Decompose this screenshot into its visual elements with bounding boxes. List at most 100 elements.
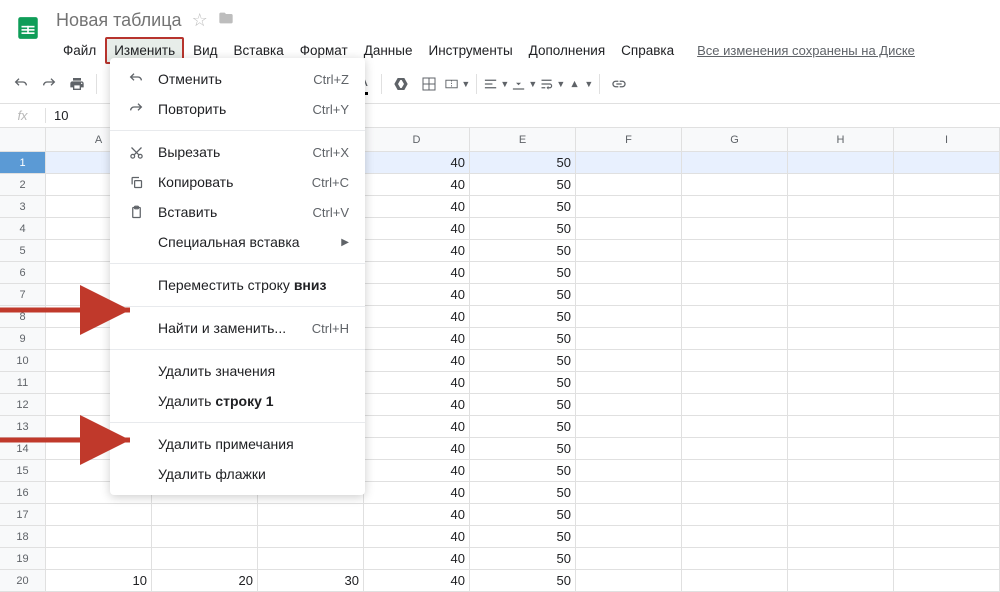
row-header[interactable]: 7 — [0, 284, 46, 306]
cell[interactable]: 50 — [470, 174, 576, 196]
cell[interactable] — [576, 240, 682, 262]
menu-help[interactable]: Справка — [614, 39, 681, 62]
cell[interactable] — [788, 152, 894, 174]
cell[interactable] — [576, 262, 682, 284]
cell[interactable] — [788, 284, 894, 306]
cell[interactable] — [576, 218, 682, 240]
undo-button[interactable] — [8, 71, 34, 97]
cell[interactable] — [576, 460, 682, 482]
menu-delete-row[interactable]: Удалить строку 1 — [110, 386, 365, 416]
cell[interactable] — [894, 570, 1000, 592]
cell[interactable] — [788, 394, 894, 416]
row-header[interactable]: 12 — [0, 394, 46, 416]
cell[interactable]: 40 — [364, 240, 470, 262]
formula-input[interactable]: 10 — [46, 108, 68, 123]
menu-data[interactable]: Данные — [357, 39, 420, 62]
menu-file[interactable]: Файл — [56, 39, 103, 62]
cell[interactable] — [682, 350, 788, 372]
cell[interactable]: 40 — [364, 482, 470, 504]
menu-paste-special[interactable]: Специальная вставка ▶ — [110, 227, 365, 257]
cell[interactable] — [894, 306, 1000, 328]
cell[interactable] — [682, 328, 788, 350]
wrap-button[interactable]: ▼ — [539, 71, 565, 97]
cell[interactable]: 10 — [46, 570, 152, 592]
cell[interactable]: 40 — [364, 284, 470, 306]
cell[interactable]: 50 — [470, 438, 576, 460]
cell[interactable]: 40 — [364, 262, 470, 284]
cell[interactable] — [46, 504, 152, 526]
menu-find-replace[interactable]: Найти и заменить... Ctrl+H — [110, 313, 365, 343]
menu-delete-notes[interactable]: Удалить примечания — [110, 429, 365, 459]
row-header[interactable]: 6 — [0, 262, 46, 284]
cell[interactable] — [576, 284, 682, 306]
cell[interactable] — [788, 504, 894, 526]
cell[interactable] — [682, 306, 788, 328]
cell[interactable]: 40 — [364, 218, 470, 240]
cell[interactable] — [576, 504, 682, 526]
print-button[interactable] — [64, 71, 90, 97]
col-header[interactable]: F — [576, 128, 682, 151]
cell[interactable] — [894, 438, 1000, 460]
cell[interactable] — [682, 416, 788, 438]
select-all-corner[interactable] — [0, 128, 46, 151]
cell[interactable] — [682, 570, 788, 592]
row-header[interactable]: 17 — [0, 504, 46, 526]
cell[interactable] — [788, 196, 894, 218]
cell[interactable] — [682, 174, 788, 196]
cell[interactable]: 40 — [364, 196, 470, 218]
row-header[interactable]: 10 — [0, 350, 46, 372]
cell[interactable] — [682, 240, 788, 262]
row-header[interactable]: 13 — [0, 416, 46, 438]
cell[interactable]: 50 — [470, 372, 576, 394]
cell[interactable] — [46, 526, 152, 548]
cell[interactable] — [682, 548, 788, 570]
cell[interactable] — [258, 526, 364, 548]
cell[interactable]: 50 — [470, 262, 576, 284]
cell[interactable] — [576, 196, 682, 218]
cell[interactable] — [576, 438, 682, 460]
cell[interactable]: 50 — [470, 218, 576, 240]
cell[interactable] — [788, 416, 894, 438]
row-header[interactable]: 18 — [0, 526, 46, 548]
merge-button[interactable]: ▼ — [444, 71, 470, 97]
cell[interactable] — [894, 240, 1000, 262]
cell[interactable] — [576, 152, 682, 174]
cell[interactable] — [682, 482, 788, 504]
cell[interactable] — [894, 328, 1000, 350]
borders-button[interactable] — [416, 71, 442, 97]
cell[interactable] — [258, 504, 364, 526]
cell[interactable]: 40 — [364, 438, 470, 460]
cell[interactable]: 40 — [364, 570, 470, 592]
cell[interactable]: 40 — [364, 328, 470, 350]
save-status[interactable]: Все изменения сохранены на Диске — [697, 43, 915, 58]
cell[interactable] — [576, 350, 682, 372]
cell[interactable]: 50 — [470, 570, 576, 592]
cell[interactable] — [576, 174, 682, 196]
cell[interactable] — [788, 350, 894, 372]
cell[interactable] — [576, 328, 682, 350]
cell[interactable] — [682, 438, 788, 460]
cell[interactable]: 50 — [470, 482, 576, 504]
menu-paste[interactable]: Вставить Ctrl+V — [110, 197, 365, 227]
valign-button[interactable]: ▼ — [511, 71, 537, 97]
redo-button[interactable] — [36, 71, 62, 97]
cell[interactable]: 20 — [152, 570, 258, 592]
menu-cut[interactable]: Вырезать Ctrl+X — [110, 137, 365, 167]
cell[interactable] — [894, 284, 1000, 306]
halign-button[interactable]: ▼ — [483, 71, 509, 97]
cell[interactable] — [682, 284, 788, 306]
col-header[interactable]: G — [682, 128, 788, 151]
cell[interactable]: 50 — [470, 394, 576, 416]
cell[interactable] — [576, 394, 682, 416]
cell[interactable] — [894, 526, 1000, 548]
cell[interactable]: 40 — [364, 394, 470, 416]
cell[interactable] — [682, 504, 788, 526]
folder-icon[interactable] — [218, 10, 234, 31]
cell[interactable] — [788, 438, 894, 460]
row-header[interactable]: 8 — [0, 306, 46, 328]
cell[interactable]: 40 — [364, 548, 470, 570]
cell[interactable]: 50 — [470, 306, 576, 328]
cell[interactable] — [788, 570, 894, 592]
cell[interactable] — [894, 416, 1000, 438]
cell[interactable]: 50 — [470, 284, 576, 306]
